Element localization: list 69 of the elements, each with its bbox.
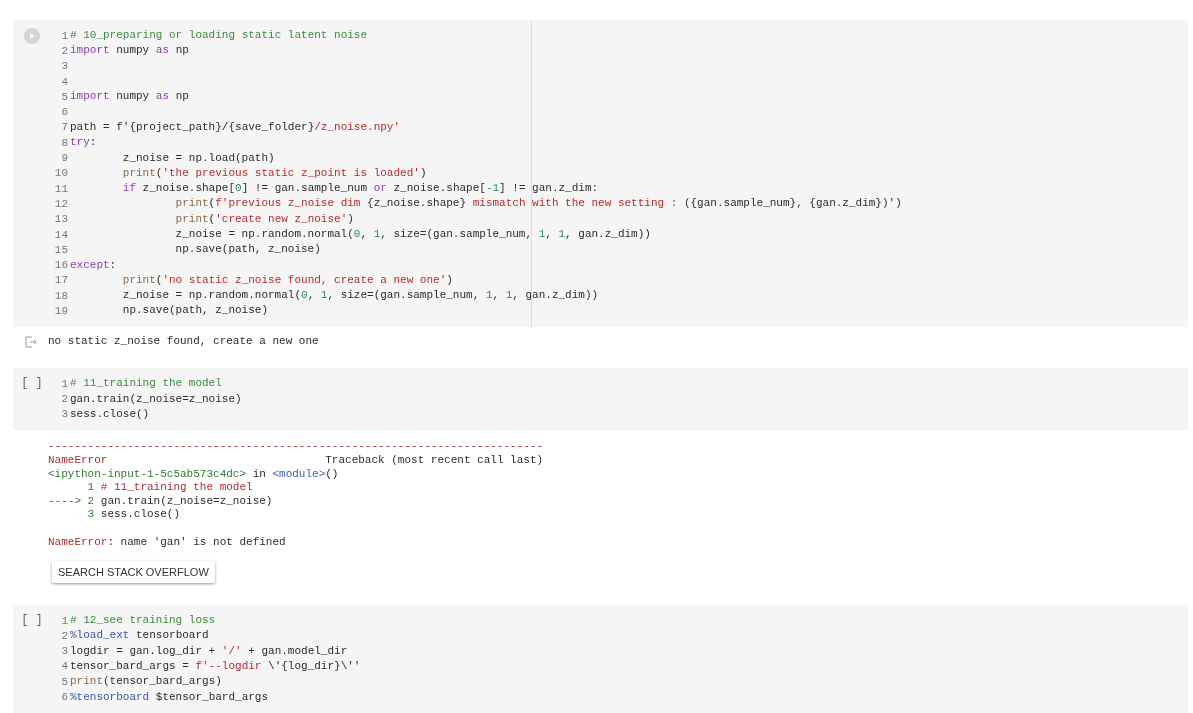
- code-line: path = f'{project_path}/{save_folder}/z_noise.npy': [70, 119, 401, 135]
- code-line: except:: [70, 257, 117, 273]
- line-number: 8: [60, 136, 68, 149]
- line-number: 4: [60, 75, 68, 88]
- code-line: print('the previous static z_point is loaded'): [122, 165, 427, 181]
- line-number: 15: [53, 243, 68, 256]
- line-number: 2: [60, 44, 68, 57]
- line-number: 5: [60, 90, 68, 103]
- line-number: 2: [60, 393, 68, 406]
- traceback-line: NameError Traceback (most recent call last): [48, 454, 544, 467]
- output-icon: [24, 335, 37, 348]
- code-line: np.save(path, z_noise): [122, 303, 269, 319]
- play-icon: [28, 32, 36, 40]
- traceback-line: 3 sess.close(): [86, 508, 181, 522]
- code-line: # 10_preparing or loading static latent noise: [70, 28, 368, 44]
- code-line: import numpy as np: [70, 43, 189, 59]
- code-line: z_noise = np.random.normal(0, 1, size=(gan.sample_num, 1, 1, gan.z_dim)): [175, 227, 651, 242]
- execution-count: [ ]: [21, 612, 43, 628]
- line-number: 14: [53, 228, 68, 241]
- output-text: no static z_noise found, create a new one: [48, 334, 319, 348]
- line-number: 2: [60, 629, 68, 642]
- error-message: NameError: name 'gan' is not defined: [48, 535, 286, 549]
- code-line: # 11_training the model: [70, 376, 222, 392]
- line-number: 1: [60, 29, 68, 42]
- code-line: print('create new z_noise'): [175, 211, 354, 227]
- code-line: %load_ext tensorboard: [70, 628, 209, 644]
- line-number: 3: [60, 645, 68, 658]
- line-number: 10: [53, 167, 68, 180]
- traceback-line: <ipython-input-1-5c5ab573c4dc> in <module>(): [48, 467, 339, 481]
- code-line: import numpy as np: [70, 89, 189, 105]
- code-line: sess.close(): [70, 406, 150, 422]
- traceback-line: ---------------------------------------------------------------------------: [48, 440, 544, 454]
- code-line: tensor_bard_args = f'--logdir \'{log_dir}\'': [70, 658, 361, 674]
- traceback-line: 1 # 11_training the model: [86, 481, 253, 495]
- line-number: 13: [53, 213, 68, 226]
- line-number: 7: [60, 121, 68, 134]
- code-cell[interactable]: [ ] 1 # 11_training the model 2 gan.train(z_noise=z_noise) 3 sess.close(): [13, 368, 1188, 431]
- line-number: 17: [53, 274, 68, 287]
- line-number: 5: [60, 675, 68, 688]
- code-line: # 12_see training loss: [70, 613, 216, 628]
- code-line: try:: [70, 135, 97, 151]
- code-line: np.save(path, z_noise): [175, 242, 321, 258]
- line-number: 1: [60, 377, 68, 390]
- traceback-line: ----> 2 gan.train(z_noise=z_noise): [48, 494, 273, 508]
- code-line: gan.train(z_noise=z_noise): [70, 391, 242, 407]
- line-number: 6: [60, 691, 68, 703]
- code-line: logdir = gan.log_dir + '/' + gan.model_dir: [70, 643, 348, 659]
- run-button[interactable]: [24, 28, 40, 44]
- line-number: 18: [53, 289, 68, 302]
- code-line: z_noise = np.load(path): [122, 150, 275, 166]
- code-cell[interactable]: [13, 20, 1188, 327]
- code-line: print('no static z_noise found, create a new one'): [122, 272, 453, 288]
- line-number: 3: [60, 408, 68, 421]
- line-number: 16: [53, 259, 68, 272]
- line-number: 3: [60, 60, 68, 73]
- line-number: 4: [60, 660, 68, 673]
- execution-count: [ ]: [21, 376, 43, 392]
- code-line: if z_noise.shape[0] != gan.sample_num or z_noise.shape[-1] != gan.z_dim:: [122, 181, 599, 197]
- code-line: print(f'previous z_noise dim {z_noise.shape} mismatch with the new setting : ({gan.sample_num}, {gan.z_dim})'): [175, 196, 902, 212]
- line-number: 9: [60, 152, 68, 164]
- line-number: 19: [53, 305, 68, 317]
- code-line: z_noise = np.random.normal(0, 1, size=(gan.sample_num, 1, 1, gan.z_dim)): [122, 288, 599, 304]
- code-line: print(tensor_bard_args): [70, 674, 222, 690]
- line-number: 12: [53, 197, 68, 210]
- line-number: 6: [60, 106, 68, 119]
- line-number: 1: [60, 614, 68, 627]
- search-stack-overflow-button[interactable]: SEARCH STACK OVERFLOW: [52, 560, 215, 583]
- line-number: 11: [53, 182, 68, 195]
- code-line: %tensorboard $tensor_bard_args: [70, 689, 269, 705]
